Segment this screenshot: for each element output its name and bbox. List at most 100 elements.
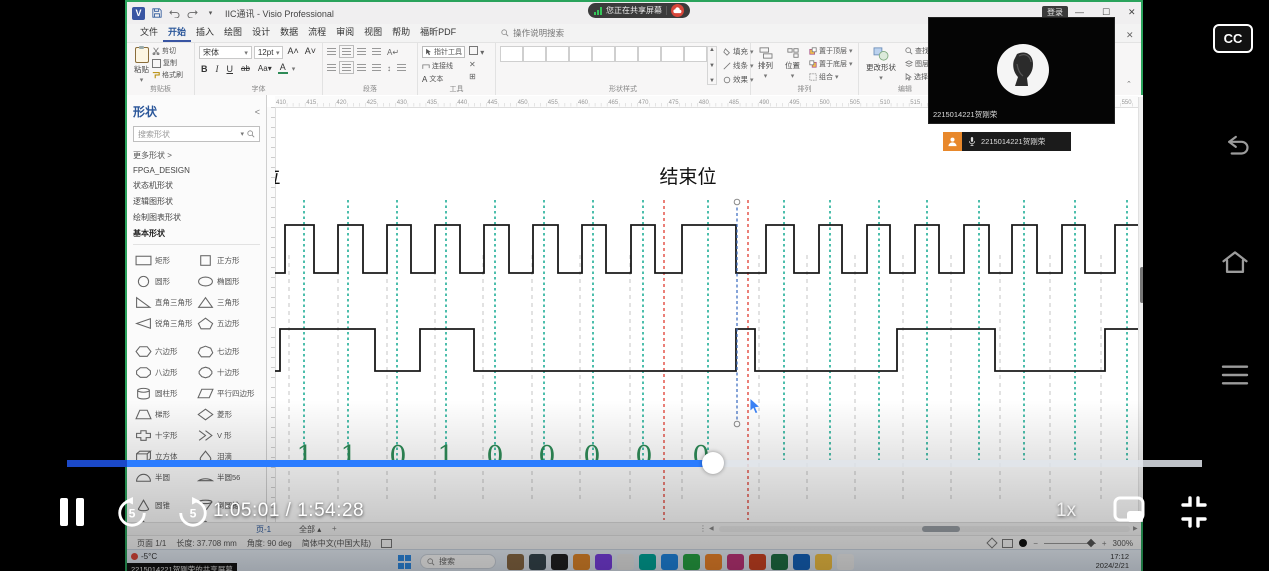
shape-item[interactable]: 十边形 [197,364,259,380]
align-middle-icon[interactable] [339,45,354,58]
shape-item[interactable]: 矩形 [135,252,197,268]
menu-icon[interactable] [1221,363,1249,387]
exit-fullscreen-button[interactable] [1176,494,1212,530]
crop-tool-button[interactable]: ⊞ [469,72,484,81]
menu-tab[interactable]: 插入 [191,23,219,42]
shape-item[interactable]: 五边形 [197,315,259,331]
status-angle[interactable]: 角度: 90 deg [247,538,292,549]
shape-style-gallery[interactable] [500,46,707,85]
menu-tab[interactable]: 设计 [247,23,275,42]
home-icon[interactable] [1220,248,1250,278]
panel-collapse-icon[interactable]: < [255,107,260,117]
bullets-icon[interactable] [372,48,381,55]
save-icon[interactable] [150,7,163,20]
align-top-icon[interactable] [327,48,336,55]
taskbar-app-icon[interactable] [771,554,788,570]
progress-played[interactable] [127,460,713,467]
bold-button[interactable]: B [199,64,210,74]
taskbar-app-icon[interactable] [595,554,612,570]
zoom-out-dot-icon[interactable] [1019,539,1028,547]
taskbar-app-icon[interactable] [639,554,656,570]
shape-item[interactable]: 七边形 [197,343,259,359]
font-size-combo[interactable]: 12pt ▾ [253,46,284,59]
rectangle-tool-button[interactable]: ▾ [469,46,484,57]
menu-tab[interactable]: 绘图 [219,23,247,42]
horizontal-scroll-thumb[interactable] [922,526,960,532]
shape-item[interactable]: 十字形 [135,427,197,443]
all-pages-button[interactable]: 全部 ▴ [299,524,321,535]
connector-tool-button[interactable]: 连接线 [422,61,465,71]
progress-handle[interactable] [702,452,724,474]
fit-page-icon[interactable] [986,537,998,549]
ribbon-collapse-icon[interactable]: ⌃ [1126,80,1132,88]
horizontal-scrollbar[interactable] [719,526,1130,532]
underline-button[interactable]: U [225,64,236,74]
taskbar-app-icon[interactable] [837,554,854,570]
taskbar-app-icon[interactable] [529,554,546,570]
zoom-minus[interactable]: − [1033,539,1038,548]
shape-item[interactable]: 菱形 [197,406,259,422]
shape-item[interactable]: 八边形 [135,364,197,380]
pointer-tool-button[interactable]: 指针工具 [422,46,465,58]
paste-button[interactable]: 粘贴 ▾ [131,46,152,85]
shape-item[interactable]: 半圆56 [197,469,259,485]
pane-close-icon[interactable]: ✕ [1126,30,1134,41]
gallery-scroll[interactable]: ▲ ▼ ▼ [707,46,717,85]
cc-button[interactable]: CC [1213,24,1253,53]
fit-window-icon[interactable] [1002,538,1014,548]
menu-tab[interactable]: 文件 [135,23,163,42]
add-page-button[interactable]: + [332,524,337,533]
align-left-icon[interactable] [327,64,336,71]
menu-tab[interactable]: 开始 [163,23,191,42]
cut-button[interactable]: 剪切 [152,46,183,56]
fill-button[interactable]: 填充 ▾ [723,46,753,57]
shape-item[interactable]: 圆形 [135,273,197,289]
zoom-slider[interactable] [1043,538,1096,547]
cloud-app-icon[interactable] [671,4,684,17]
taskbar-app-icon[interactable] [617,554,634,570]
shape-item[interactable]: 直角三角形 [135,294,197,310]
taskbar-app-icon[interactable] [661,554,678,570]
change-case-button[interactable]: Aa▾ [256,64,274,73]
bring-to-front-button[interactable]: 置于顶层 ▾ [809,46,853,56]
chevron-down-icon[interactable]: ▾ [240,130,244,138]
stencil-item[interactable]: 逻辑图形状 [133,196,260,207]
progress-buffered[interactable] [67,460,127,467]
font-color-button[interactable]: A [277,63,288,74]
close-button[interactable]: ✕ [1128,5,1136,19]
rewind-5-button[interactable]: 5 [115,496,149,530]
back-icon[interactable] [1220,133,1250,159]
stencil-item[interactable]: 更多形状 > [133,150,260,161]
grow-font-button[interactable]: A˄ [285,46,300,59]
redo-icon[interactable] [186,7,199,20]
menu-tab[interactable]: 视图 [359,23,387,42]
status-language[interactable]: 简体中文(中国大陆) [302,538,371,549]
stencil-item[interactable]: FPGA_DESIGN [133,166,260,175]
shape-item[interactable]: 平行四边形 [197,385,259,401]
shape-item[interactable]: 椭圆形 [197,273,259,289]
line-button[interactable]: 线条 ▾ [723,60,753,71]
stencil-item[interactable]: 状态机形状 [133,180,260,191]
menu-tab[interactable]: 福昕PDF [415,23,461,42]
taskbar-app-icon[interactable] [749,554,766,570]
zoom-percent[interactable]: 300% [1113,539,1133,548]
taskbar-app-icon[interactable] [793,554,810,570]
text-tool-button[interactable]: A 文本 [422,74,465,84]
shapes-search-box[interactable]: 搜索形状 ▾ [133,126,260,142]
shape-item[interactable]: 圆柱形 [135,385,197,401]
taskbar-clock[interactable]: 17:12 2024/2/21 [1096,552,1129,570]
align-right-icon[interactable] [357,64,366,71]
undo-icon[interactable] [168,7,181,20]
zoom-plus[interactable]: + [1102,539,1107,548]
stencil-item[interactable]: 基本形状 [133,228,260,239]
text-direction-icon[interactable]: A↵ [387,48,399,57]
taskbar-app-icon[interactable] [551,554,568,570]
shape-item[interactable]: 梯形 [135,406,197,422]
progress-track[interactable] [724,460,1202,467]
font-name-combo[interactable]: 宋体 ▾ [199,46,252,59]
start-button[interactable] [398,555,412,569]
change-shape-button[interactable]: 更改形状 ▾ [863,46,899,85]
status-page[interactable]: 页面 1/1 [137,538,166,549]
shape-item[interactable]: 三角形 [197,294,259,310]
presentation-mode-icon[interactable] [381,538,393,548]
